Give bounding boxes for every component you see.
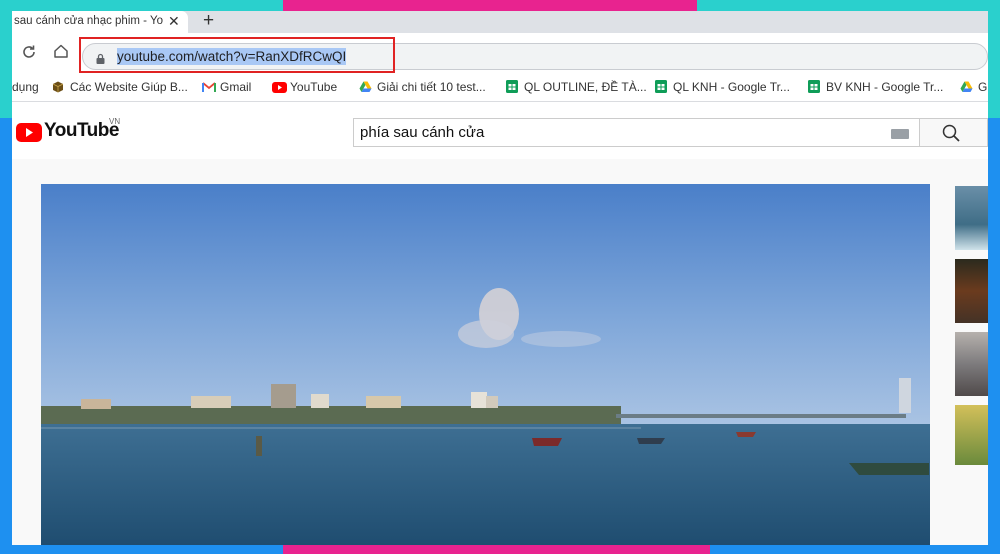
tab-active[interactable]: sau cánh cửa nhạc phim - Yo ✕ — [12, 11, 188, 33]
bookmark-label: Gmail — [220, 80, 252, 94]
sheets-icon — [808, 80, 820, 93]
new-tab-button[interactable]: + — [203, 11, 214, 32]
suggested-video-thumbnail[interactable] — [955, 405, 988, 465]
bookmark-label: BV KNH - Google Tr... — [826, 80, 944, 94]
bookmark-item[interactable]: Gmail — [202, 80, 251, 94]
suggested-video-thumbnail[interactable] — [955, 259, 988, 323]
search-input[interactable]: phía sau cánh cửa — [353, 118, 920, 147]
cube-icon — [52, 81, 64, 93]
drive-icon — [960, 81, 973, 93]
bookmark-label: YouTube — [290, 80, 338, 94]
sheets-icon — [655, 80, 667, 93]
frame-accent-right — [988, 118, 1000, 554]
video-player[interactable] — [41, 184, 930, 545]
keyboard-icon[interactable] — [891, 129, 909, 139]
tab-strip: sau cánh cửa nhạc phim - Yo ✕ + — [12, 11, 988, 33]
bookmark-label: dụng — [12, 80, 39, 94]
youtube-header: YouTube VN phía sau cánh cửa — [12, 103, 988, 153]
frame-accent-top — [283, 0, 697, 11]
drive-icon — [359, 81, 372, 93]
browser-window: sau cánh cửa nhạc phim - Yo ✕ + youtube.… — [12, 11, 988, 545]
bookmarks-bar: dụng Các Website Giúp B... Gmail YouTube… — [12, 75, 988, 102]
frame-accent-bottom-right — [710, 545, 1000, 554]
youtube-logo-text[interactable]: YouTube — [44, 120, 119, 142]
bookmark-item[interactable]: Giải chi tiết 10 test... — [359, 80, 486, 94]
country-code: VN — [109, 117, 121, 126]
bookmark-label: Các Website Giúp B... — [70, 80, 188, 94]
youtube-icon — [272, 82, 287, 94]
frame-accent-bottom — [283, 545, 710, 554]
close-icon[interactable]: ✕ — [168, 13, 180, 30]
suggested-video-thumbnail[interactable] — [955, 186, 988, 250]
frame-accent-bottom-left — [0, 545, 283, 554]
bookmark-item[interactable]: Các Website Giúp B... — [52, 80, 188, 94]
bookmark-item[interactable]: YouTube — [272, 80, 337, 94]
bookmark-item[interactable]: dụng — [12, 80, 39, 94]
tab-title: sau cánh cửa nhạc phim - Yo — [14, 15, 163, 27]
bookmark-item[interactable]: BV KNH - Google Tr... — [808, 80, 943, 94]
bookmark-label: QL KNH - Google Tr... — [673, 80, 790, 94]
frame-accent-left — [0, 118, 12, 554]
bookmark-item[interactable]: QL KNH - Google Tr... — [655, 80, 790, 94]
gmail-icon — [202, 81, 216, 93]
browser-toolbar: youtube.com/watch?v=RanXDfRCwQI — [12, 33, 988, 75]
bookmark-label: QL OUTLINE, ĐỀ TÀ... — [524, 80, 647, 94]
search-query: phía sau cánh cửa — [360, 124, 485, 141]
suggested-video-thumbnail[interactable] — [955, 332, 988, 396]
bookmark-label: Giải chi tiết 10 test... — [377, 80, 486, 94]
watch-page — [12, 159, 988, 545]
youtube-logo-icon[interactable] — [16, 123, 42, 147]
search-icon — [942, 124, 960, 142]
bookmark-label: G — [978, 80, 988, 94]
search-button[interactable] — [920, 118, 988, 147]
bookmark-item[interactable]: QL OUTLINE, ĐỀ TÀ... — [506, 80, 647, 94]
sheets-icon — [506, 80, 518, 93]
bookmark-item[interactable]: G — [960, 80, 987, 94]
url-highlight-box — [79, 37, 395, 73]
home-icon[interactable] — [52, 42, 70, 60]
reload-icon[interactable] — [21, 44, 37, 65]
